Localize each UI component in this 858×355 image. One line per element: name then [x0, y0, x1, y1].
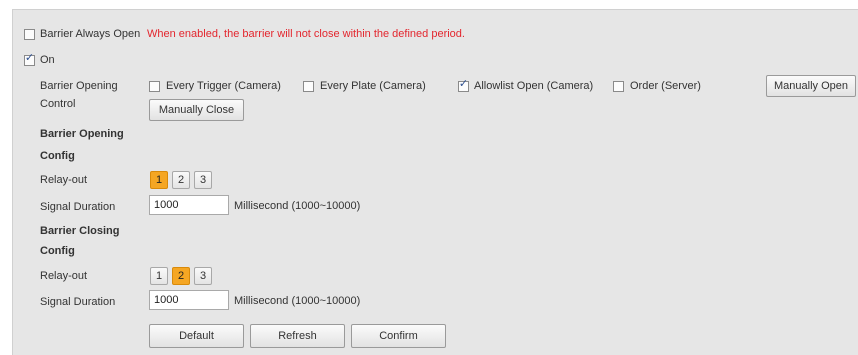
- opening-relay-2[interactable]: 2: [172, 171, 190, 189]
- closing-config-heading: Barrier Closing: [40, 225, 120, 237]
- closing-signal-duration-input[interactable]: [149, 290, 229, 310]
- opening-relay-1[interactable]: 1: [150, 171, 168, 189]
- closing-relay-label: Relay-out: [40, 270, 88, 282]
- barrier-settings-panel: [12, 9, 858, 355]
- order-server-checkbox[interactable]: [613, 81, 624, 92]
- opening-signal-duration-label: Signal Duration: [40, 201, 116, 213]
- closing-relay-1[interactable]: 1: [150, 267, 168, 285]
- refresh-button[interactable]: Refresh: [250, 324, 345, 348]
- confirm-button[interactable]: Confirm: [351, 324, 446, 348]
- always-open-checkbox[interactable]: [24, 29, 35, 40]
- every-plate-label: Every Plate (Camera): [320, 80, 426, 92]
- opening-relay-label: Relay-out: [40, 174, 88, 186]
- allowlist-open-checkbox[interactable]: ✓: [458, 78, 469, 92]
- barrier-opening-control-label-line2: Control: [40, 98, 76, 110]
- every-plate-checkbox[interactable]: [303, 81, 314, 92]
- order-server-label: Order (Server): [630, 80, 701, 92]
- check-icon: [24, 27, 35, 38]
- always-open-label: Barrier Always Open: [40, 28, 141, 40]
- closing-relay-2[interactable]: 2: [172, 267, 190, 285]
- every-trigger-label: Every Trigger (Camera): [166, 80, 281, 92]
- on-checkbox[interactable]: ✓: [24, 52, 35, 66]
- opening-config-heading: Barrier Opening: [40, 128, 124, 140]
- always-open-warning: When enabled, the barrier will not close…: [147, 28, 465, 40]
- opening-signal-duration-input[interactable]: [149, 195, 229, 215]
- every-trigger-checkbox[interactable]: [149, 81, 160, 92]
- manually-close-button[interactable]: Manually Close: [149, 99, 244, 121]
- closing-config-heading-line2: Config: [40, 245, 75, 257]
- opening-duration-hint: Millisecond (1000~10000): [234, 200, 361, 212]
- opening-relay-3[interactable]: 3: [194, 171, 212, 189]
- closing-relay-3[interactable]: 3: [194, 267, 212, 285]
- manually-open-button[interactable]: Manually Open: [766, 75, 856, 97]
- check-icon: ✓: [458, 78, 469, 90]
- on-label: On: [40, 54, 55, 66]
- closing-signal-duration-label: Signal Duration: [40, 296, 116, 308]
- check-icon: [149, 79, 160, 90]
- check-icon: [613, 79, 624, 90]
- check-icon: ✓: [24, 52, 35, 64]
- opening-config-heading-line2: Config: [40, 150, 75, 162]
- closing-duration-hint: Millisecond (1000~10000): [234, 295, 361, 307]
- allowlist-open-label: Allowlist Open (Camera): [474, 80, 594, 92]
- check-icon: [303, 79, 314, 90]
- default-button[interactable]: Default: [149, 324, 244, 348]
- barrier-opening-control-label: Barrier Opening: [40, 80, 118, 92]
